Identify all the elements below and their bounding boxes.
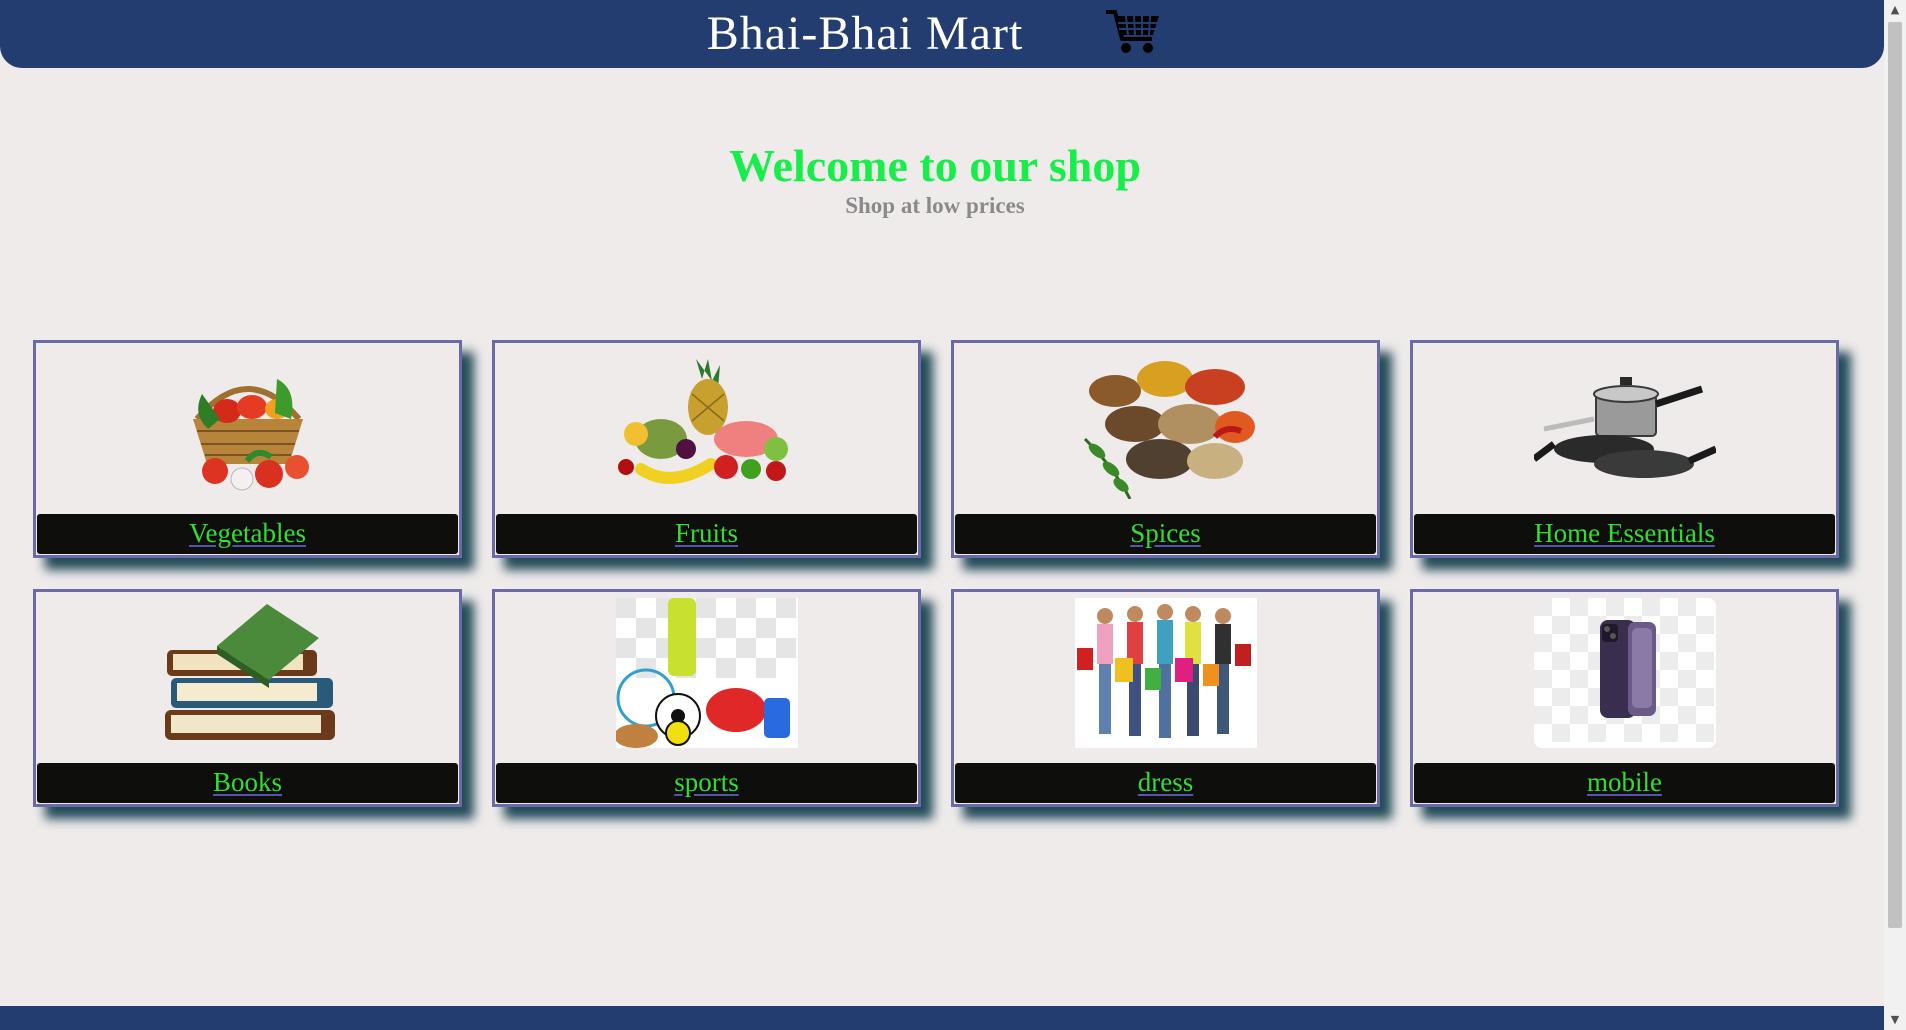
category-link[interactable]: Spices bbox=[1130, 518, 1201, 548]
category-link[interactable]: Home Essentials bbox=[1534, 518, 1715, 548]
category-link[interactable]: Fruits bbox=[675, 518, 738, 548]
fruit-assortment-image bbox=[617, 359, 788, 484]
category-card-books[interactable]: Books bbox=[33, 589, 462, 807]
category-card-vegetables[interactable]: Vegetables bbox=[33, 340, 462, 558]
page-title: Welcome to our shop bbox=[729, 140, 1141, 191]
category-label[interactable]: Fruits bbox=[496, 514, 917, 554]
category-link[interactable]: sports bbox=[674, 767, 739, 797]
category-card-home-essentials[interactable]: Home Essentials bbox=[1410, 340, 1839, 558]
scroll-down-arrow-icon[interactable]: ▼ bbox=[1884, 1010, 1906, 1030]
category-card-mobile[interactable]: mobile bbox=[1410, 589, 1839, 807]
site-header: Bhai-Bhai Mart bbox=[0, 0, 1884, 68]
vertical-scrollbar[interactable]: ▲ ▼ bbox=[1884, 0, 1906, 1030]
category-link[interactable]: dress bbox=[1138, 767, 1194, 797]
scrollbar-thumb[interactable] bbox=[1888, 22, 1902, 928]
smartphone-image bbox=[1533, 598, 1716, 748]
category-label[interactable]: Vegetables bbox=[37, 514, 458, 554]
category-label[interactable]: Spices bbox=[955, 514, 1376, 554]
brand-title: Bhai-Bhai Mart bbox=[706, 7, 1024, 60]
category-card-spices[interactable]: Spices bbox=[951, 340, 1380, 558]
book-stack-image bbox=[164, 604, 335, 740]
category-card-sports[interactable]: sports bbox=[492, 589, 921, 807]
page-subtitle: Shop at low prices bbox=[845, 193, 1025, 218]
category-label[interactable]: sports bbox=[496, 763, 917, 803]
sports-equipment-image bbox=[615, 598, 798, 748]
category-label[interactable]: Home Essentials bbox=[1414, 514, 1835, 554]
category-link[interactable]: mobile bbox=[1587, 767, 1662, 797]
category-card-fruits[interactable]: Fruits bbox=[492, 340, 921, 558]
shoppers-image bbox=[1074, 598, 1257, 748]
scroll-up-arrow-icon[interactable]: ▲ bbox=[1884, 0, 1906, 20]
vegetable-basket-image bbox=[192, 379, 309, 491]
category-card-dress[interactable]: dress bbox=[951, 589, 1380, 807]
category-link[interactable]: Books bbox=[213, 767, 282, 797]
welcome-section: Welcome to our shop Shop at low prices bbox=[0, 140, 1870, 220]
site-footer bbox=[0, 1006, 1884, 1030]
cookware-image bbox=[1533, 377, 1716, 478]
shopping-cart-icon[interactable] bbox=[1104, 6, 1162, 56]
category-label[interactable]: mobile bbox=[1414, 763, 1835, 803]
category-label[interactable]: Books bbox=[37, 763, 458, 803]
category-link[interactable]: Vegetables bbox=[189, 518, 306, 548]
spices-image bbox=[1083, 361, 1255, 499]
category-label[interactable]: dress bbox=[955, 763, 1376, 803]
